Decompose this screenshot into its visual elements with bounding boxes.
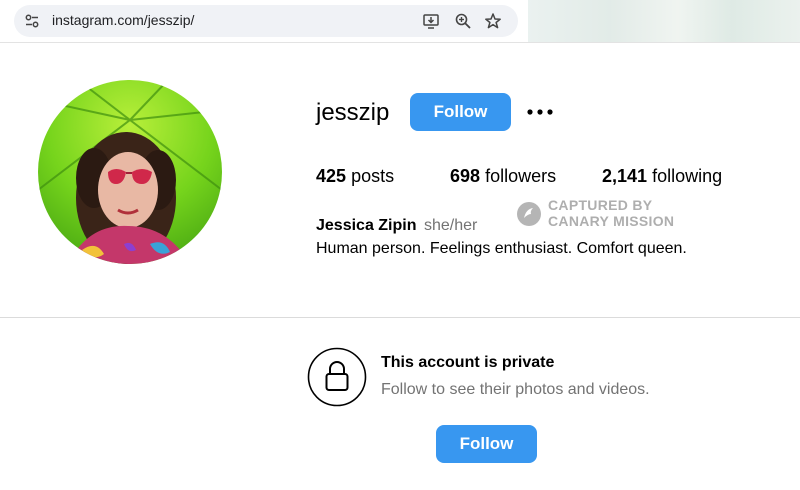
avatar-image: [38, 80, 222, 264]
browser-toolbar: instagram.com/jesszip/: [0, 0, 800, 42]
watermark: CAPTURED BY CANARY MISSION: [516, 197, 686, 233]
section-divider: [0, 317, 800, 318]
canary-logo-icon: [517, 202, 541, 226]
private-account-title: This account is private: [381, 354, 555, 371]
profile-full-name: Jessica Zipin: [316, 217, 417, 234]
zoom-icon[interactable]: [454, 12, 472, 30]
address-bar[interactable]: instagram.com/jesszip/: [14, 5, 518, 37]
profile-bio: Human person. Feelings enthusiast. Comfo…: [316, 240, 687, 257]
watermark-line2: CANARY MISSION: [548, 213, 675, 229]
more-options-icon[interactable]: [524, 100, 556, 124]
followers-count[interactable]: 698 followers: [450, 166, 556, 187]
following-count[interactable]: 2,141 following: [602, 166, 722, 187]
following-count-label: following: [652, 166, 723, 186]
posts-count: 425 posts: [316, 166, 394, 187]
toolbar-divider: [0, 42, 800, 43]
followers-count-label: followers: [485, 166, 557, 186]
following-count-value: 2,141: [602, 166, 648, 186]
follow-button-private[interactable]: Follow: [436, 425, 537, 463]
follow-button[interactable]: Follow: [410, 93, 511, 131]
followers-count-value: 698: [450, 166, 481, 186]
url-text[interactable]: instagram.com/jesszip/: [52, 12, 194, 28]
tune-icon[interactable]: [24, 13, 40, 29]
profile-username: jesszip: [316, 99, 390, 126]
avatar[interactable]: [38, 80, 222, 264]
private-account-subtitle: Follow to see their photos and videos.: [381, 381, 650, 398]
install-app-icon[interactable]: [422, 12, 440, 30]
posts-count-label: posts: [351, 166, 395, 186]
blurred-toolbar-area: [528, 0, 800, 42]
watermark-line1: CAPTURED BY: [548, 197, 653, 213]
lock-icon: [307, 347, 367, 407]
bookmark-star-icon[interactable]: [484, 12, 502, 30]
profile-pronouns: she/her: [424, 217, 478, 234]
posts-count-value: 425: [316, 166, 347, 186]
